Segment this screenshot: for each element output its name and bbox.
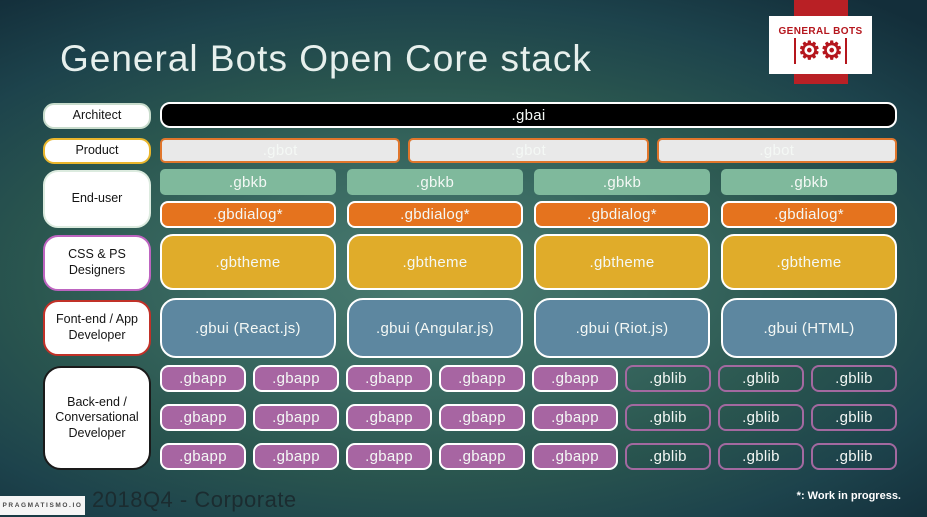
gblib-box: .gblib bbox=[718, 365, 804, 392]
gbapp-box: .gbapp bbox=[160, 443, 246, 470]
gbapp-box: .gbapp bbox=[439, 365, 525, 392]
gbapp-box: .gbapp bbox=[160, 365, 246, 392]
gbtheme-box: .gbtheme bbox=[347, 234, 523, 290]
gblib-box: .gblib bbox=[718, 443, 804, 470]
gbdialog-box: .gbdialog* bbox=[534, 201, 710, 228]
gbapp-box: .gbapp bbox=[346, 404, 432, 431]
gbui-box: .gbui (HTML) bbox=[721, 298, 897, 358]
side-label-font-end-app-developer: Font-end / App Developer bbox=[43, 300, 151, 356]
side-label-end-user: End-user bbox=[43, 170, 151, 228]
gblib-box: .gblib bbox=[811, 443, 897, 470]
gblib-box: .gblib bbox=[811, 404, 897, 431]
stack-row-gbapp-1: .gbapp .gbapp .gbapp .gbapp .gbapp .gblib .gbl… bbox=[160, 365, 897, 392]
gbapp-box: .gbapp bbox=[439, 404, 525, 431]
gbkb-box: .gbkb bbox=[534, 169, 710, 195]
gbapp-box: .gbapp bbox=[253, 365, 339, 392]
gbapp-box: .gbapp bbox=[160, 404, 246, 431]
gear-glyphs: ⚙⚙ bbox=[798, 37, 843, 65]
footer-brand: PRAGMATISMO.IO bbox=[0, 496, 85, 515]
page-title: General Bots Open Core stack bbox=[60, 38, 592, 79]
gblib-box: .gblib bbox=[718, 404, 804, 431]
gbapp-box: .gbapp bbox=[532, 365, 618, 392]
general-bots-logo: GENERAL BOTS ⚙⚙ bbox=[769, 16, 872, 74]
gbkb-box: .gbkb bbox=[160, 169, 336, 195]
logo-brand-text: GENERAL BOTS bbox=[778, 26, 863, 37]
gblib-box: .gblib bbox=[625, 443, 711, 470]
gbot-box: .gbot bbox=[408, 138, 649, 163]
gbdialog-box: .gbdialog* bbox=[721, 201, 897, 228]
slide-canvas: General Bots Open Core stack GENERAL BOT… bbox=[0, 0, 927, 517]
stack-row-gbkb: .gbkb .gbkb .gbkb .gbkb bbox=[160, 169, 897, 195]
gbkb-box: .gbkb bbox=[721, 169, 897, 195]
gblib-box: .gblib bbox=[625, 365, 711, 392]
gear-bar-left bbox=[794, 38, 797, 64]
gbui-box: .gbui (React.js) bbox=[160, 298, 336, 358]
stack-row-gbot: .gbot .gbot .gbot bbox=[160, 138, 897, 163]
gbdialog-box: .gbdialog* bbox=[347, 201, 523, 228]
gbtheme-box: .gbtheme bbox=[160, 234, 336, 290]
gbapp-box: .gbapp bbox=[346, 365, 432, 392]
slide-label: 2018Q4 - Corporate bbox=[92, 487, 297, 512]
gbapp-box: .gbapp bbox=[439, 443, 525, 470]
gbot-box: .gbot bbox=[656, 138, 897, 163]
side-label-product: Product bbox=[43, 138, 151, 164]
side-label-architect: Architect bbox=[43, 103, 151, 129]
gbdialog-box: .gbdialog* bbox=[160, 201, 336, 228]
gbtheme-box: .gbtheme bbox=[534, 234, 710, 290]
gears-icon: ⚙⚙ bbox=[794, 38, 847, 64]
stack-row-gbtheme: .gbtheme .gbtheme .gbtheme .gbtheme bbox=[160, 234, 897, 290]
gbui-box: .gbui (Angular.js) bbox=[347, 298, 523, 358]
work-in-progress-note: *: Work in progress. bbox=[796, 490, 901, 502]
gblib-box: .gblib bbox=[625, 404, 711, 431]
gbapp-box: .gbapp bbox=[253, 404, 339, 431]
stack-row-gbai: .gbai bbox=[160, 102, 897, 128]
gblib-box: .gblib bbox=[811, 365, 897, 392]
side-label-back-end-conversational-developer: Back-end / Conversational Developer bbox=[43, 366, 151, 470]
gbapp-box: .gbapp bbox=[532, 443, 618, 470]
gbai-box: .gbai bbox=[160, 102, 897, 128]
gbapp-box: .gbapp bbox=[346, 443, 432, 470]
stack-row-gbdialog: .gbdialog* .gbdialog* .gbdialog* .gbdialog* bbox=[160, 201, 897, 228]
gbtheme-box: .gbtheme bbox=[721, 234, 897, 290]
stack-row-gbui: .gbui (React.js) .gbui (Angular.js) .gbui … bbox=[160, 298, 897, 358]
gbapp-box: .gbapp bbox=[532, 404, 618, 431]
gbkb-box: .gbkb bbox=[347, 169, 523, 195]
stack-row-gbapp-2: .gbapp .gbapp .gbapp .gbapp .gbapp .gblib .gbl… bbox=[160, 404, 897, 431]
gear-bar-right bbox=[844, 38, 847, 64]
gbapp-box: .gbapp bbox=[253, 443, 339, 470]
stack-row-gbapp-3: .gbapp .gbapp .gbapp .gbapp .gbapp .gblib .gbl… bbox=[160, 443, 897, 470]
gbui-box: .gbui (Riot.js) bbox=[534, 298, 710, 358]
gbot-box: .gbot bbox=[160, 138, 401, 163]
side-label-css-ps-designers: CSS & PS Designers bbox=[43, 235, 151, 291]
